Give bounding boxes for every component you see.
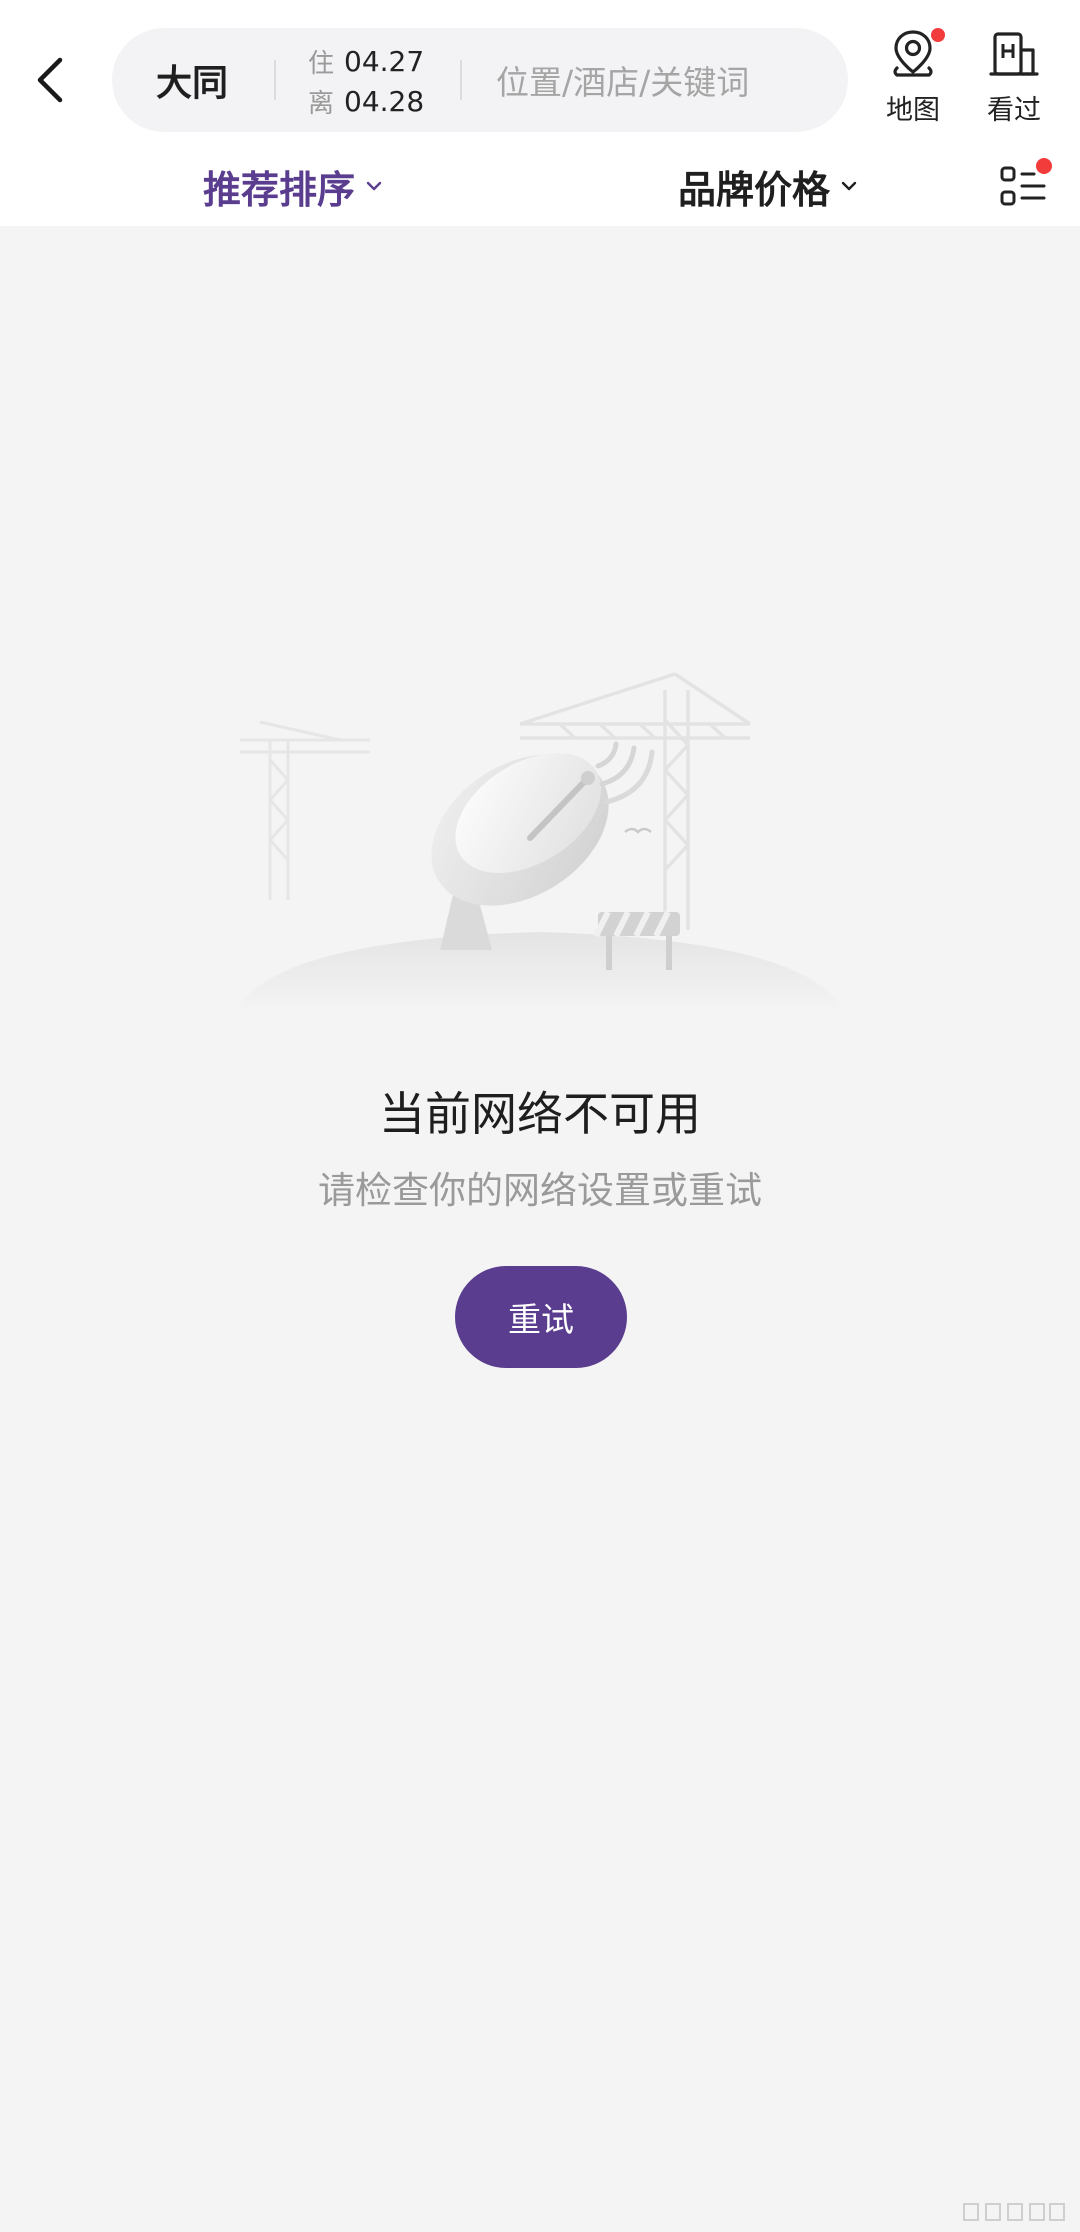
brand-price-label: 品牌价格 [678, 167, 831, 212]
map-label: 地图 [886, 95, 940, 126]
divider [460, 60, 462, 100]
checkin-tag: 住 [308, 48, 335, 79]
chevron-down-icon [366, 181, 382, 191]
sort-label: 推荐排序 [203, 167, 356, 212]
date-selector[interactable]: 住 04.27 离 04.28 [308, 41, 428, 121]
top-bar: 大同 住 04.27 离 04.28 位置/酒店/关键词 地图 看过 推荐排序 … [0, 0, 1080, 226]
empty-state-title: 当前网络不可用 [379, 1087, 701, 1141]
empty-state-subtitle: 请检查你的网络设置或重试 [318, 1169, 762, 1212]
divider [274, 60, 276, 100]
notification-dot [1036, 158, 1052, 174]
back-button[interactable] [22, 50, 78, 110]
checkin-date: 04.27 [344, 44, 425, 78]
history-label: 看过 [987, 95, 1041, 126]
checkout-tag: 离 [308, 88, 335, 119]
corner-artifact [963, 2203, 1065, 2221]
hotel-icon [989, 32, 1039, 76]
no-network-illustration [230, 660, 850, 1030]
brand-price-dropdown[interactable]: 品牌价格 [678, 150, 858, 222]
map-button[interactable]: 地图 [868, 26, 958, 136]
city-selector[interactable]: 大同 [156, 28, 228, 132]
notification-dot [931, 28, 945, 42]
retry-button[interactable]: 重试 [455, 1266, 627, 1368]
checkout-date: 04.28 [344, 84, 425, 118]
filter-button[interactable] [994, 158, 1052, 214]
keyword-input[interactable]: 位置/酒店/关键词 [496, 28, 749, 132]
back-arrow-icon [37, 57, 63, 103]
chevron-down-icon [841, 181, 857, 191]
sort-dropdown[interactable]: 推荐排序 [203, 150, 383, 222]
search-bar[interactable]: 大同 住 04.27 离 04.28 位置/酒店/关键词 [112, 28, 848, 132]
history-button[interactable]: 看过 [969, 26, 1059, 136]
